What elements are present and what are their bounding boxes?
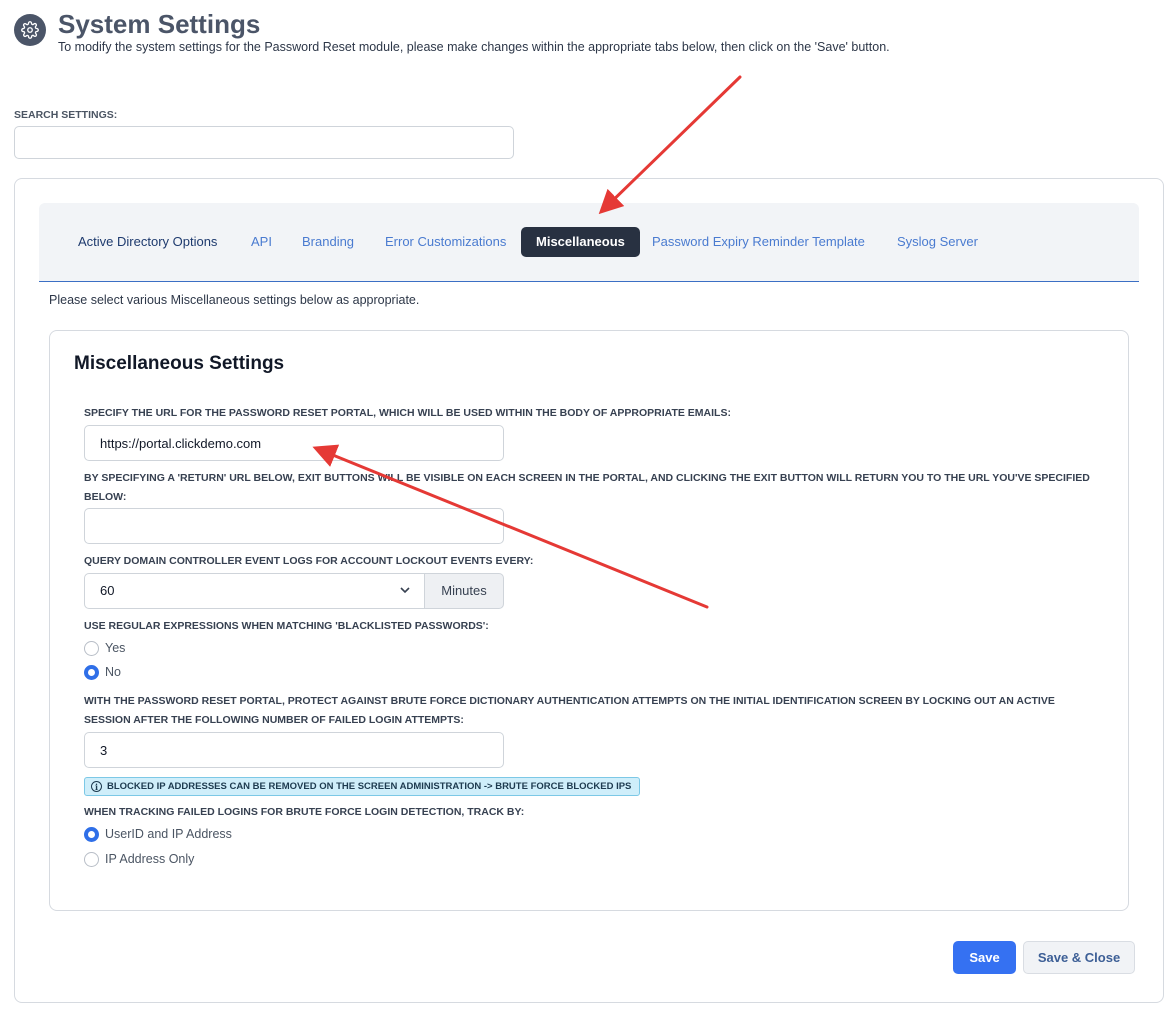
portal-url-label: SPECIFY THE URL FOR THE PASSWORD RESET P… [84, 407, 731, 419]
track-option-ip-only[interactable]: IP Address Only [84, 850, 194, 868]
regex-label: USE REGULAR EXPRESSIONS WHEN MATCHING 'B… [84, 620, 489, 632]
failed-attempts-input[interactable] [84, 732, 504, 768]
search-settings-input[interactable] [14, 126, 514, 159]
query-interval-value: 60 [100, 583, 115, 598]
tab-syslog-server[interactable]: Syslog Server [897, 227, 978, 257]
regex-option-no[interactable]: No [84, 663, 121, 681]
tab-password-expiry-reminder-template[interactable]: Password Expiry Reminder Template [652, 227, 865, 257]
info-icon: i [91, 781, 102, 792]
brute-force-label: WITH THE PASSWORD RESET PORTAL, PROTECT … [84, 695, 1055, 726]
tab-active-directory-options[interactable]: Active Directory Options [78, 227, 217, 257]
radio-yes[interactable] [84, 640, 99, 656]
radio-ip-only-label: IP Address Only [105, 852, 195, 866]
track-option-userid-ip[interactable]: UserID and IP Address [84, 825, 232, 843]
tab-intro-text: Please select various Miscellaneous sett… [49, 293, 420, 307]
radio-no-label: No [105, 665, 121, 679]
regex-option-yes[interactable]: Yes [84, 639, 125, 657]
save-button[interactable]: Save [953, 941, 1016, 974]
portal-url-input[interactable] [84, 425, 504, 461]
radio-userid-ip[interactable] [84, 826, 99, 842]
tab-api[interactable]: API [251, 227, 272, 257]
tab-miscellaneous[interactable]: Miscellaneous [521, 227, 640, 257]
section-title: Miscellaneous Settings [74, 353, 285, 374]
page-title: System Settings [58, 9, 261, 39]
radio-userid-ip-label: UserID and IP Address [105, 827, 232, 841]
chevron-down-icon [400, 587, 410, 594]
tab-branding[interactable]: Branding [302, 227, 354, 257]
blocked-ip-info-text: BLOCKED IP ADDRESSES CAN BE REMOVED ON T… [107, 781, 632, 792]
radio-yes-label: Yes [105, 641, 126, 655]
blocked-ip-info-badge: i BLOCKED IP ADDRESSES CAN BE REMOVED ON… [84, 777, 641, 796]
settings-tabs: Active Directory Options API Branding Er… [39, 203, 1139, 282]
return-url-input[interactable] [84, 508, 504, 544]
gear-icon [21, 21, 39, 39]
settings-header-icon [14, 14, 46, 46]
query-interval-unit: Minutes [424, 573, 504, 609]
return-url-label: BY SPECIFYING A 'RETURN' URL BELOW, EXIT… [84, 472, 1090, 503]
page-subtitle: To modify the system settings for the Pa… [58, 40, 890, 54]
save-and-close-button[interactable]: Save & Close [1023, 941, 1135, 974]
query-interval-label: QUERY DOMAIN CONTROLLER EVENT LOGS FOR A… [84, 555, 534, 567]
track-by-label: WHEN TRACKING FAILED LOGINS FOR BRUTE FO… [84, 806, 525, 818]
radio-no[interactable] [84, 664, 99, 680]
tab-error-customizations[interactable]: Error Customizations [385, 227, 506, 257]
query-interval-select[interactable]: 60 [84, 573, 425, 609]
radio-ip-only[interactable] [84, 851, 99, 867]
search-settings-label: SEARCH SETTINGS: [14, 109, 118, 121]
